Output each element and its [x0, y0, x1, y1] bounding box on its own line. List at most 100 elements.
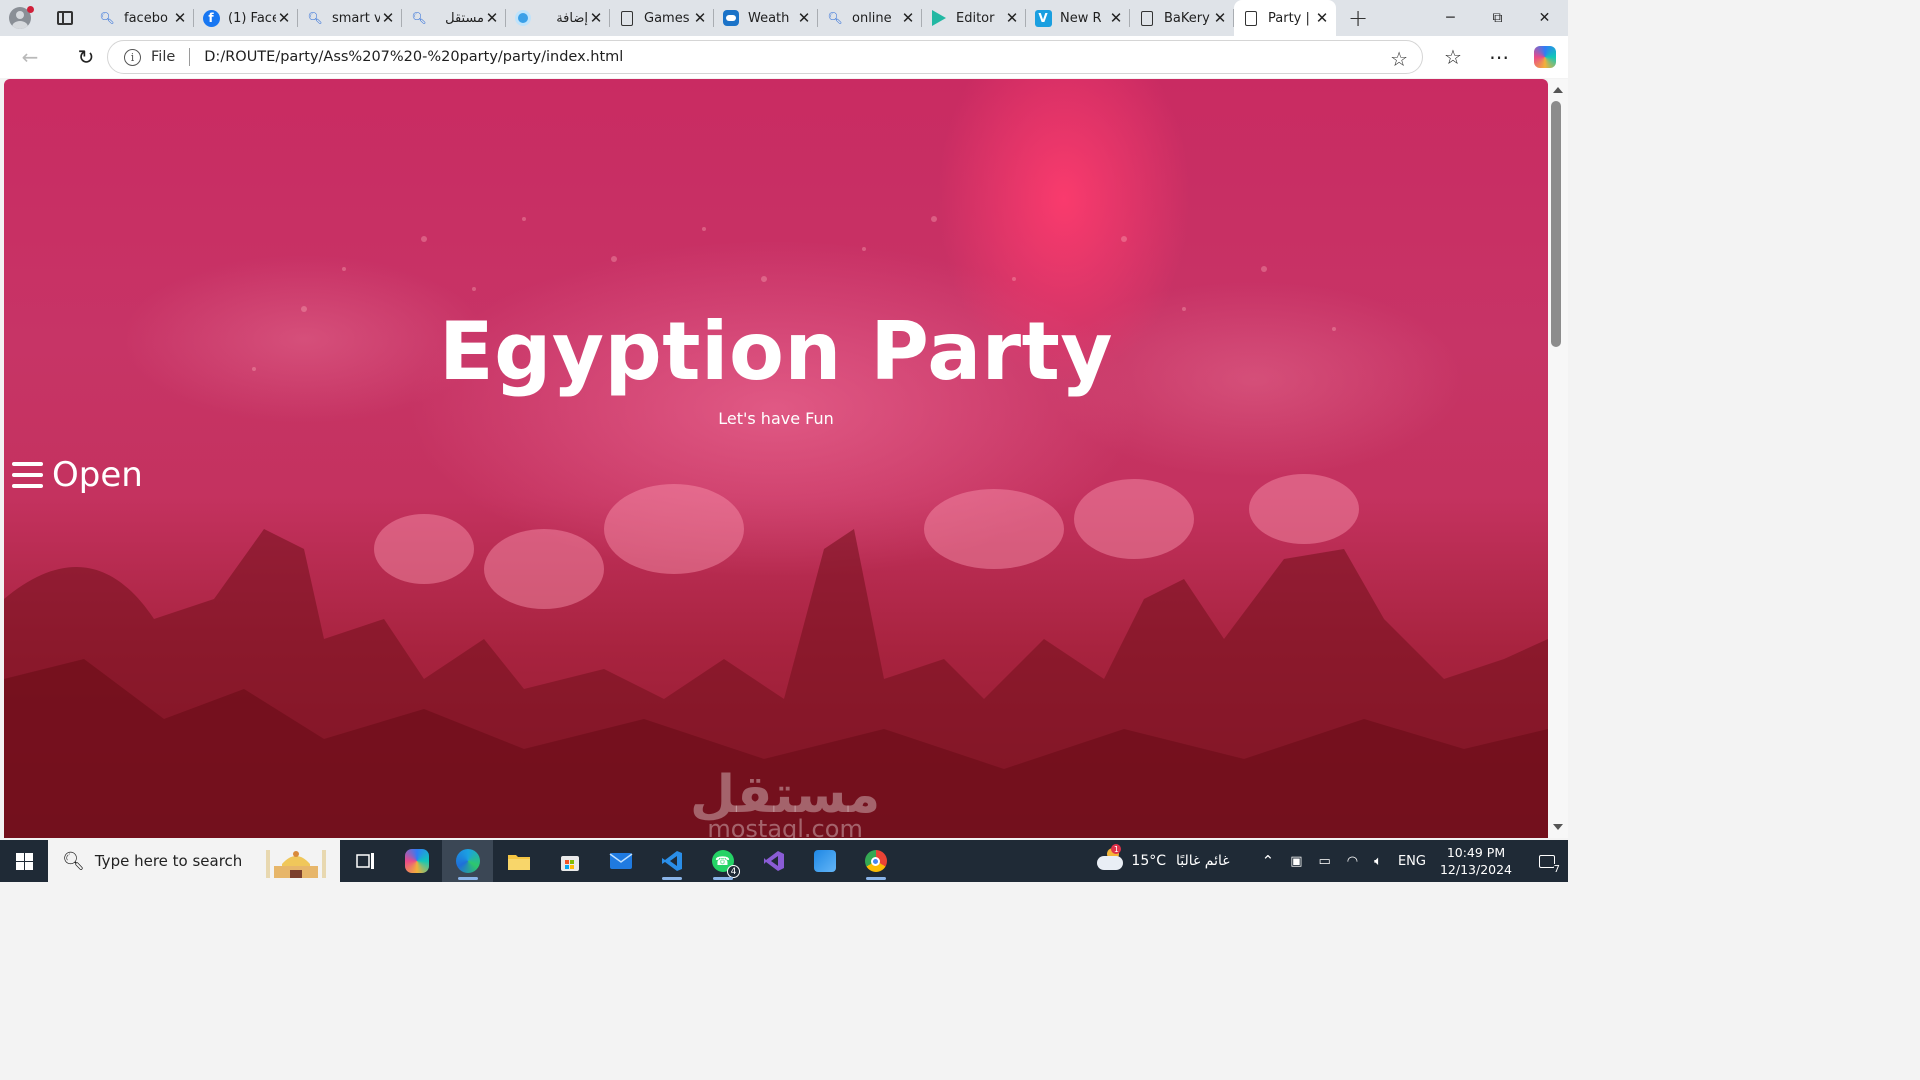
whatsapp-badge: 4	[727, 865, 740, 878]
toolbar-right: ☆ ⋯	[1430, 36, 1568, 78]
taskbar: 🔍︎ Type here to search ☎ 4 1 15°C غائم غ…	[0, 840, 1568, 882]
url-text[interactable]: D:/ROUTE/party/Ass%207%20-%20party/party…	[204, 49, 623, 65]
tab-mostaql[interactable]: 🔍︎ مستقل ✕	[402, 0, 506, 36]
clock-date: 12/13/2024	[1439, 862, 1512, 877]
favorite-star-icon[interactable]: ☆	[1390, 47, 1408, 71]
close-tab-icon[interactable]: ✕	[1108, 9, 1124, 27]
tab-smart[interactable]: 🔍︎ smart v ✕	[298, 0, 402, 36]
minimize-icon[interactable]: ─	[1427, 0, 1474, 36]
weather-alert-badge: 1	[1111, 844, 1122, 854]
close-tab-icon[interactable]: ✕	[1212, 9, 1228, 27]
file-explorer-icon[interactable]	[493, 840, 544, 882]
open-menu-button[interactable]: Open	[12, 451, 143, 499]
crowd-silhouette	[4, 216, 1548, 838]
vertical-scrollbar[interactable]	[1548, 79, 1568, 838]
wifi-icon[interactable]: ◠	[1347, 854, 1358, 869]
extension-icon	[514, 9, 532, 27]
app-icon[interactable]	[799, 840, 850, 882]
play-icon	[930, 9, 948, 27]
scroll-up-icon[interactable]	[1553, 87, 1563, 93]
new-tab-icon[interactable]: +	[1336, 4, 1380, 32]
store-icon[interactable]	[544, 840, 595, 882]
start-button[interactable]	[0, 840, 48, 882]
watermark: مستقل mostaql.com	[690, 769, 880, 838]
tab-bakery[interactable]: BaKery ✕	[1130, 0, 1234, 36]
restore-icon[interactable]: ⧉	[1474, 0, 1521, 36]
mail-icon[interactable]	[595, 840, 646, 882]
document-icon	[1242, 9, 1260, 27]
favorites-icon[interactable]: ☆	[1430, 45, 1476, 69]
profile-icon[interactable]	[0, 0, 40, 36]
tab-editor[interactable]: Editor ✕	[922, 0, 1026, 36]
document-icon	[618, 9, 636, 27]
tab-addition[interactable]: إضافة ✕	[506, 0, 610, 36]
tab-facebook-search[interactable]: 🔍︎ facebo ✕	[90, 0, 194, 36]
language-indicator[interactable]: ENG	[1398, 854, 1426, 869]
edge-icon[interactable]	[442, 840, 493, 882]
chrome-icon[interactable]	[850, 840, 901, 882]
tab-title: مستقل	[445, 10, 484, 26]
meet-now-icon[interactable]: ▣	[1290, 854, 1302, 869]
notifications-icon[interactable]: 7	[1526, 840, 1568, 882]
info-icon[interactable]: i	[124, 48, 141, 66]
weather-icon	[722, 9, 740, 27]
windows-icon	[15, 852, 33, 870]
back-icon[interactable]: ←	[10, 37, 50, 77]
browser-toolbar: ← ↻ i File D:/ROUTE/party/Ass%207%20-%20…	[0, 36, 1568, 78]
divider	[189, 48, 191, 66]
taskbar-search[interactable]: 🔍︎ Type here to search	[48, 840, 340, 882]
system-tray: 1 15°C غائم غالبًا ⌃ ▣ ▭ ◠ 🔈︎ ENG 10:49 …	[1097, 840, 1568, 882]
visual-studio-icon[interactable]	[748, 840, 799, 882]
weather-widget[interactable]: 1 15°C غائم غالبًا	[1097, 844, 1235, 870]
file-label: File	[151, 49, 176, 65]
tab-weather[interactable]: Weath ✕	[714, 0, 818, 36]
copilot-icon[interactable]	[1534, 46, 1556, 68]
close-tab-icon[interactable]: ✕	[1314, 9, 1330, 27]
battery-icon[interactable]: ▭	[1318, 854, 1330, 869]
close-tab-icon[interactable]: ✕	[588, 9, 604, 27]
scroll-down-icon[interactable]	[1553, 824, 1563, 830]
close-window-icon[interactable]: ✕	[1521, 0, 1568, 36]
document-icon	[1138, 9, 1156, 27]
clock[interactable]: 10:49 PM 12/13/2024	[1440, 844, 1512, 878]
hero-subtitle: Let's have Fun	[718, 409, 834, 428]
tab-party[interactable]: Party | ✕	[1234, 0, 1336, 36]
scroll-thumb[interactable]	[1551, 101, 1561, 347]
refresh-icon[interactable]: ↻	[66, 37, 106, 77]
tab-title: Games	[644, 10, 690, 26]
close-tab-icon[interactable]: ✕	[900, 9, 916, 27]
tab-facebook[interactable]: f (1) Face ✕	[194, 0, 298, 36]
close-tab-icon[interactable]: ✕	[380, 9, 396, 27]
tab-title: (1) Face	[228, 10, 276, 26]
close-tab-icon[interactable]: ✕	[276, 9, 292, 27]
close-tab-icon[interactable]: ✕	[484, 9, 500, 27]
tab-games[interactable]: Games ✕	[610, 0, 714, 36]
chevron-up-icon[interactable]: ⌃	[1262, 852, 1275, 870]
tab-title: إضافة	[556, 10, 588, 26]
tab-actions-icon[interactable]	[40, 0, 90, 36]
volume-icon[interactable]: 🔈︎	[1374, 854, 1382, 869]
whatsapp-icon[interactable]: ☎ 4	[697, 840, 748, 882]
copilot-taskbar-icon[interactable]	[391, 840, 442, 882]
search-icon: 🔍︎	[827, 11, 843, 25]
close-tab-icon[interactable]: ✕	[1004, 9, 1020, 27]
close-tab-icon[interactable]: ✕	[692, 9, 708, 27]
vscode-icon[interactable]	[646, 840, 697, 882]
address-bar[interactable]: i File D:/ROUTE/party/Ass%207%20-%20part…	[107, 40, 1423, 74]
tab-online[interactable]: 🔍︎ online ✕	[818, 0, 922, 36]
window-controls: ─ ⧉ ✕	[1427, 0, 1568, 36]
tab-title: Weath	[748, 10, 790, 26]
more-options-icon[interactable]: ⋯	[1476, 45, 1522, 69]
close-tab-icon[interactable]: ✕	[796, 9, 812, 27]
search-icon: 🔍︎	[99, 11, 115, 25]
search-placeholder: Type here to search	[94, 852, 243, 870]
open-label: Open	[52, 455, 143, 495]
task-view-icon[interactable]	[340, 840, 391, 882]
hamburger-icon	[12, 462, 43, 488]
notifications-count: 7	[1553, 864, 1560, 875]
close-tab-icon[interactable]: ✕	[172, 9, 188, 27]
temperature: 15°C	[1131, 853, 1167, 869]
search-icon: 🔍︎	[62, 850, 85, 872]
tab-title: online	[852, 10, 892, 26]
tab-new-r[interactable]: V New R ✕	[1026, 0, 1130, 36]
